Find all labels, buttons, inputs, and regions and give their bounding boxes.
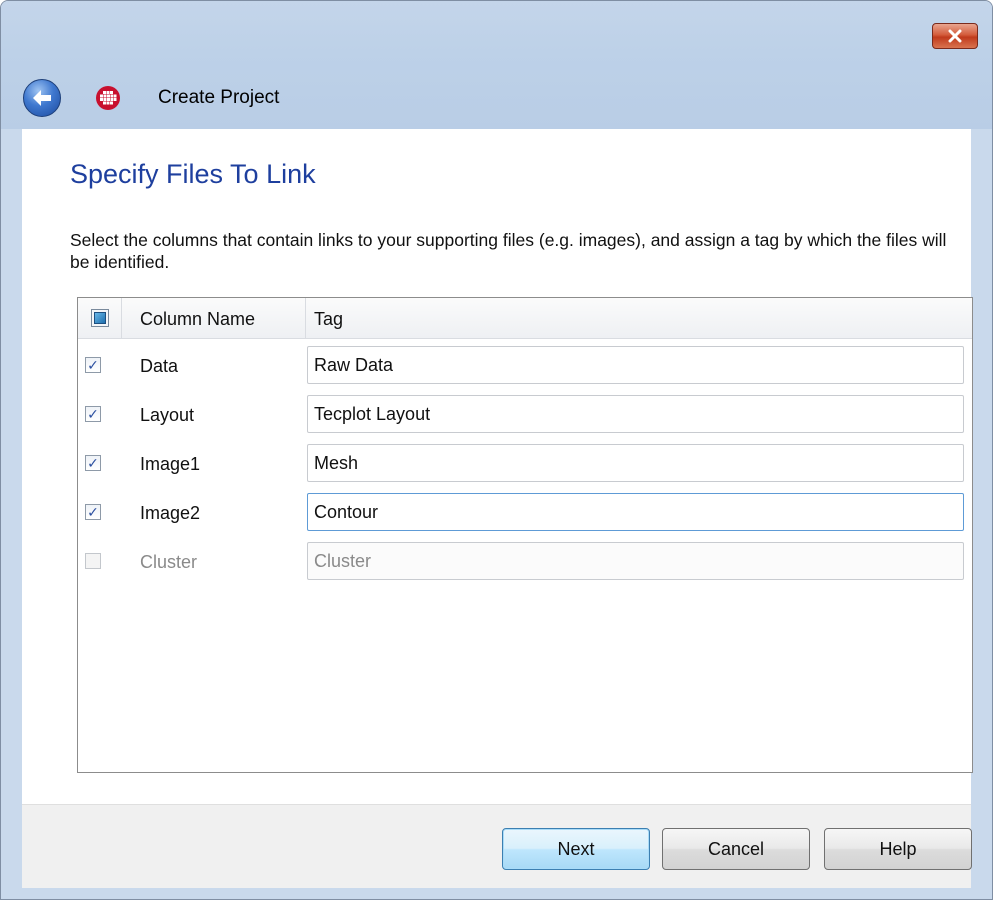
column-name: Image2 [140,503,201,523]
table-row: ✓ Image1 [78,444,972,484]
column-name: Layout [140,405,195,425]
row-checkbox[interactable]: ✓ [85,504,101,520]
row-checkbox[interactable]: ✓ [85,406,101,422]
column-name: Data [140,356,179,376]
back-button[interactable] [23,79,61,117]
header-divider [121,298,122,338]
instructions-text: Select the columns that contain links to… [70,230,947,272]
row-checkbox[interactable]: ✓ [85,357,101,373]
back-arrow-icon [33,90,51,106]
cancel-button[interactable]: Cancel [662,828,810,870]
tag-input[interactable] [307,395,964,433]
tag-input[interactable] [307,444,964,482]
column-name: Cluster [140,552,198,572]
close-icon [948,29,962,43]
row-checkbox[interactable] [85,553,101,569]
checkmark-icon: ✓ [87,357,99,373]
table-row: Cluster [78,542,972,582]
window-title: Create Project [158,87,280,108]
help-button[interactable]: Help [824,828,972,870]
column-tag-grid: Column Name Tag ✓ Data ✓ Layout ✓ Image1 [77,297,973,773]
tag-input[interactable] [307,542,964,580]
close-button[interactable] [932,23,978,49]
wizard-page: Specify Files To Link Select the columns… [22,129,973,804]
tag-header: Tag [314,309,344,329]
next-button[interactable]: Next [502,828,650,870]
select-all-checkbox[interactable] [91,309,109,327]
table-row: ✓ Data [78,346,972,386]
indeterminate-mark-icon [94,312,106,324]
table-row: ✓ Layout [78,395,972,435]
column-name-header: Column Name [140,309,256,329]
button-bar: Next Cancel Help [22,804,972,888]
header-divider [305,298,306,338]
column-name: Image1 [140,454,201,474]
checkmark-icon: ✓ [87,455,99,471]
page-heading: Specify Files To Link [70,159,316,189]
create-project-window: Create Project Specify Files To Link Sel… [0,0,993,900]
checkmark-icon: ✓ [87,406,99,422]
title-bar: Create Project [1,1,992,129]
table-row: ✓ Image2 [78,493,972,533]
tecplot-app-icon [96,86,120,110]
tag-input[interactable] [307,346,964,384]
row-checkbox[interactable]: ✓ [85,455,101,471]
tag-input[interactable] [307,493,964,531]
checkmark-icon: ✓ [87,504,99,520]
grid-header: Column Name Tag [78,298,972,339]
